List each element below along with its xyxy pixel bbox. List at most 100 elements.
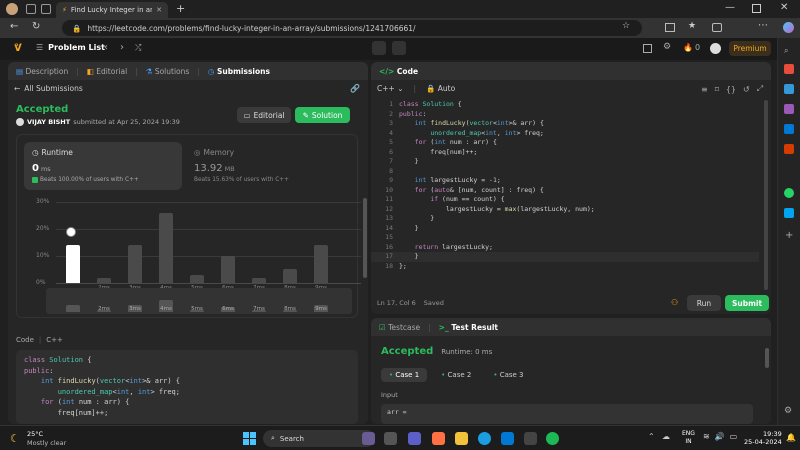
sidebar-settings-icon[interactable]: ⚙ <box>784 406 792 416</box>
next-problem-icon[interactable]: › <box>120 42 124 53</box>
clock[interactable]: 19:39 25-04-2024 <box>744 430 782 446</box>
weather-icon[interactable]: ☾ <box>10 432 20 445</box>
close-window-icon[interactable]: ✕ <box>780 2 788 13</box>
chart-bar[interactable] <box>314 245 328 283</box>
taskbar-search[interactable]: ⌕ Search <box>263 430 375 447</box>
language-select[interactable]: C++ ⌄ <box>377 84 404 93</box>
tab-submissions[interactable]: ◷ Submissions <box>208 67 270 76</box>
bookmark-icon[interactable]: ⌑ <box>715 85 719 94</box>
run-button[interactable]: Run <box>687 295 721 311</box>
onedrive-icon[interactable]: ☁ <box>662 432 670 441</box>
vscode-icon[interactable] <box>501 432 514 445</box>
maximize-icon[interactable] <box>752 4 761 13</box>
games-icon[interactable] <box>784 104 794 114</box>
add-sidebar-icon[interactable]: + <box>785 230 793 241</box>
runtime-card[interactable]: ◷ Runtime 0 ms Beats 100.00% of users wi… <box>24 142 182 190</box>
code-tab[interactable]: </> Code <box>379 67 418 76</box>
test-scrollbar[interactable] <box>765 348 769 368</box>
language-indicator[interactable]: ENG IN <box>682 430 695 446</box>
submit-button[interactable]: Submit <box>725 295 769 311</box>
chart-bar[interactable] <box>128 245 142 283</box>
tab-editorial[interactable]: ◧ Editorial <box>87 67 127 76</box>
test-result-tab[interactable]: >_ Test Result <box>439 323 498 332</box>
task-view-icon[interactable] <box>384 432 397 445</box>
premium-button[interactable]: Premium <box>729 41 771 56</box>
workspaces-icon[interactable] <box>41 4 51 14</box>
favorites-icon[interactable]: ★ <box>688 21 696 31</box>
whatsapp-icon[interactable] <box>784 188 794 198</box>
back-icon[interactable]: ← <box>10 21 18 32</box>
tray-chevron-icon[interactable]: ⌃ <box>648 432 655 441</box>
leetcode-logo-icon[interactable]: ᕓ <box>14 43 22 54</box>
shuffle-icon[interactable]: ⤮ <box>135 43 141 53</box>
system-tray-icons[interactable]: ≋ 🔊 ▭ <box>703 432 737 441</box>
collections-icon[interactable] <box>712 23 722 32</box>
debug-icon[interactable] <box>372 41 386 55</box>
chart-bar[interactable] <box>283 269 297 283</box>
chart-bar[interactable] <box>159 213 173 283</box>
url-field[interactable]: 🔒 https://leetcode.com/problems/find-luc… <box>62 20 642 36</box>
file-explorer-icon[interactable] <box>455 432 468 445</box>
chart-bar[interactable] <box>252 278 266 283</box>
chart-bar[interactable] <box>97 278 111 283</box>
reset-icon[interactable]: ↺ <box>743 85 750 94</box>
new-tab-button[interactable]: + <box>176 2 185 15</box>
store-icon[interactable] <box>524 432 537 445</box>
close-tab-icon[interactable]: ✕ <box>156 6 162 14</box>
input-value-box[interactable]: arr = <box>381 404 753 424</box>
tab-description[interactable]: ▤ Description <box>16 67 68 76</box>
user-avatar[interactable] <box>710 43 721 54</box>
layout-icon[interactable] <box>643 44 652 53</box>
copilot-icon[interactable] <box>783 22 794 33</box>
teams-icon[interactable] <box>408 432 421 445</box>
refresh-icon[interactable]: ↻ <box>32 21 40 32</box>
chat-icon[interactable] <box>432 432 445 445</box>
case-3-tab[interactable]: • Case 3 <box>485 368 531 382</box>
copilot-app-icon[interactable] <box>362 432 375 445</box>
submitter-name[interactable]: VIJAY BISHT <box>27 118 70 126</box>
profile-avatar[interactable] <box>6 3 18 15</box>
solution-button[interactable]: ✎ Solution <box>295 107 350 123</box>
chart-scrollbar[interactable] <box>363 198 367 278</box>
debugger-icon[interactable]: ⚇ <box>671 298 678 307</box>
weather-temp[interactable]: 25°C <box>27 430 43 438</box>
minimize-icon[interactable]: — <box>725 2 735 13</box>
browser-tab[interactable]: ⚡ Find Lucky Integer in an Array - L ✕ <box>56 2 168 18</box>
search-sidebar-icon[interactable]: ⌕ <box>784 46 788 56</box>
streak-counter[interactable]: 🔥 0 <box>683 43 700 52</box>
split-screen-icon[interactable] <box>665 23 675 32</box>
shopping-icon[interactable] <box>784 64 794 74</box>
editorial-button[interactable]: ▭ Editorial <box>237 107 291 123</box>
fullscreen-icon[interactable]: ⤢ <box>757 84 763 94</box>
share-link-icon[interactable]: 🔗 <box>350 84 360 93</box>
memory-card[interactable]: ◎ Memory 13.92 MB Beats 15.63% of users … <box>188 142 348 190</box>
case-2-tab[interactable]: • Case 2 <box>433 368 479 382</box>
notification-bell-icon[interactable]: 🔔 <box>786 433 796 442</box>
testcase-tab[interactable]: ☑ Testcase <box>379 323 420 332</box>
chart-bar[interactable] <box>66 245 80 283</box>
favorite-icon[interactable]: ☆ <box>622 21 630 31</box>
edge-icon[interactable] <box>478 432 491 445</box>
tab-solutions[interactable]: ⚗ Solutions <box>146 67 190 76</box>
format-icon[interactable]: ≡ <box>701 85 708 94</box>
settings-icon[interactable]: ⚙ <box>663 42 671 52</box>
tools-icon[interactable] <box>784 84 794 94</box>
office-icon[interactable] <box>784 144 794 154</box>
auto-toggle[interactable]: 🔒 Auto <box>426 84 455 93</box>
problem-list-button[interactable]: ☰ Problem List <box>36 43 105 52</box>
chart-bar[interactable] <box>221 256 235 283</box>
editor-code-area[interactable]: 1 class Solution {2 public: 3 int findLucky… <box>371 100 759 280</box>
spotify-icon[interactable] <box>546 432 559 445</box>
photos-icon[interactable] <box>784 208 794 218</box>
case-1-tab[interactable]: • Case 1 <box>381 368 428 382</box>
prev-problem-icon[interactable]: ‹ <box>104 42 108 53</box>
braces-icon[interactable]: {} <box>726 85 736 94</box>
all-submissions-link[interactable]: ← All Submissions <box>14 84 83 93</box>
more-icon[interactable]: ⋯ <box>758 20 768 31</box>
outlook-icon[interactable] <box>784 124 794 134</box>
notes-icon[interactable] <box>392 41 406 55</box>
start-button[interactable] <box>243 432 256 445</box>
chart-bar[interactable] <box>190 275 204 283</box>
tab-actions-icon[interactable] <box>26 4 36 14</box>
editor-scrollbar[interactable] <box>764 100 768 290</box>
